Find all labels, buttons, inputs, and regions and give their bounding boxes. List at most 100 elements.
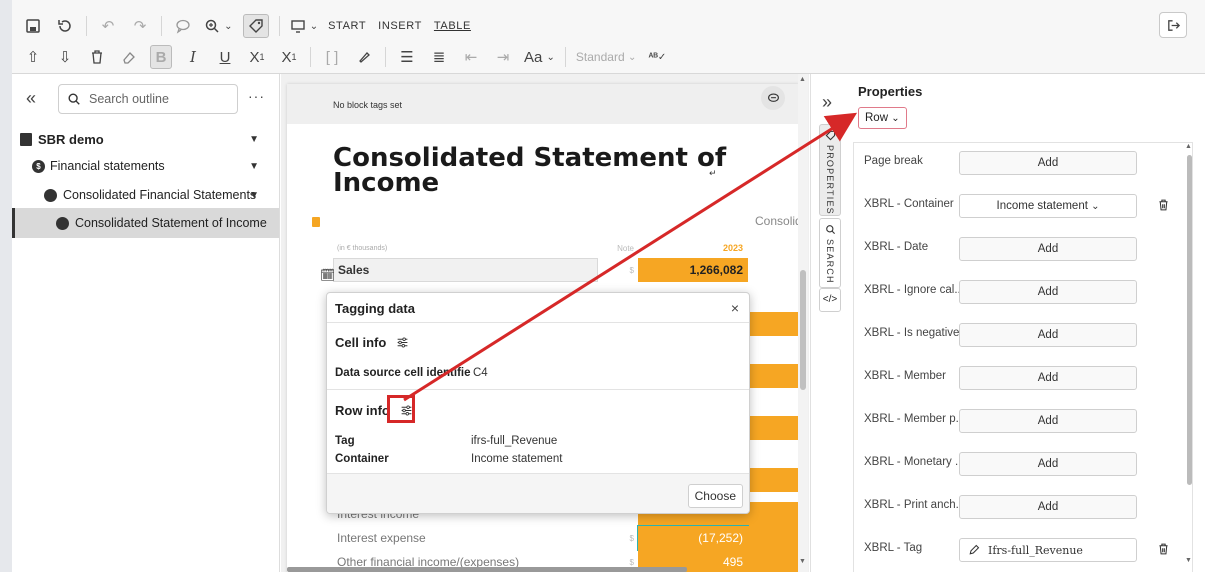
row-extra-cell[interactable]: [748, 416, 799, 440]
scroll-down-icon[interactable]: ▼: [799, 558, 806, 565]
row-label[interactable]: Sales: [333, 258, 598, 282]
add-button[interactable]: Add: [959, 409, 1137, 433]
move-up-icon[interactable]: ⇧: [22, 45, 44, 69]
scrollbar-thumb[interactable]: [1187, 155, 1192, 485]
row-value[interactable]: (17,252): [637, 525, 749, 551]
search-input[interactable]: [89, 92, 229, 106]
choose-button[interactable]: Choose: [687, 484, 743, 508]
trash-icon[interactable]: [1157, 198, 1170, 212]
row-extra-cell[interactable]: [748, 502, 799, 526]
chevron-down-icon[interactable]: ▼: [249, 190, 259, 201]
tree-item-sbr-demo[interactable]: SBR demo ▼: [12, 124, 279, 154]
tab-insert[interactable]: INSERT: [378, 20, 422, 32]
add-button[interactable]: Add: [959, 280, 1137, 304]
tab-properties[interactable]: PROPERTIES: [819, 124, 841, 216]
save-icon[interactable]: [22, 14, 44, 38]
horizontal-scrollbar[interactable]: [287, 567, 687, 572]
row-extra-cell[interactable]: [748, 312, 799, 336]
property-row: XBRL - Member p... Add: [854, 401, 1184, 444]
history-icon[interactable]: [54, 14, 76, 38]
tab-start[interactable]: START: [328, 20, 366, 32]
exit-button[interactable]: [1159, 12, 1187, 38]
delete-icon[interactable]: [86, 45, 108, 69]
row-extra-cell[interactable]: [748, 526, 799, 550]
spellcheck-icon[interactable]: ᴬᴮ✓: [646, 45, 668, 69]
bullet-list-icon[interactable]: ☰: [396, 45, 418, 69]
row-extra-cell[interactable]: [748, 364, 799, 388]
tab-search[interactable]: SEARCH: [819, 218, 841, 288]
undo-icon[interactable]: ↶: [97, 14, 119, 38]
row-extra-cell[interactable]: [748, 468, 799, 492]
redo-icon[interactable]: ↷: [129, 14, 151, 38]
chevron-down-icon: ⌄: [546, 51, 555, 63]
scroll-down-icon[interactable]: ▼: [1185, 557, 1192, 564]
tag-label: Tag: [335, 435, 355, 447]
move-down-icon[interactable]: ⇩: [54, 45, 76, 69]
zoom-dropdown[interactable]: ⌄: [204, 14, 233, 38]
underline-button[interactable]: U: [214, 45, 236, 69]
trash-icon[interactable]: [1157, 542, 1170, 556]
table-row[interactable]: Interest expense $ (17,252): [333, 525, 799, 551]
numbered-list-icon[interactable]: ≣: [428, 45, 450, 69]
outline-search[interactable]: [58, 84, 238, 114]
add-button[interactable]: Add: [959, 495, 1137, 519]
italic-button[interactable]: I: [182, 45, 204, 69]
scroll-up-icon[interactable]: ▲: [799, 76, 806, 83]
pencil-icon[interactable]: [968, 544, 980, 556]
document-scrollbar[interactable]: ▲ ▼: [798, 74, 808, 572]
toolbar: ↶ ↷ ⌄ ⌄ START INSERT TABLE ⇧ ⇩ B I U X1 …: [0, 0, 1205, 74]
tree-item-consolidated-statement-of-income[interactable]: Consolidated Statement of Income: [12, 208, 279, 238]
row-extra-cell[interactable]: [748, 550, 799, 572]
row-value[interactable]: 1,266,082: [638, 258, 748, 282]
row-label[interactable]: Interest expense: [333, 526, 598, 550]
brackets-icon[interactable]: [ ]: [321, 45, 343, 69]
table-row[interactable]: Sales $ 1,266,082: [333, 258, 799, 282]
comment-button[interactable]: [761, 86, 785, 110]
indent-icon[interactable]: ⇥: [492, 45, 514, 69]
tab-code[interactable]: </>: [819, 288, 841, 312]
tab-table[interactable]: TABLE: [434, 20, 471, 32]
view-dropdown[interactable]: ⌄: [290, 14, 318, 38]
subscript-button[interactable]: X1: [246, 45, 268, 69]
scope-dropdown[interactable]: Row ⌄: [858, 107, 907, 129]
chevron-down-icon[interactable]: ▼: [249, 161, 259, 172]
calendar-icon[interactable]: 🗓: [320, 268, 335, 282]
container-select[interactable]: Income statement ⌄: [959, 194, 1137, 218]
toolbar-divider: [278, 16, 280, 36]
style-select[interactable]: Standard ⌄: [576, 45, 636, 69]
code-icon: </>: [822, 294, 838, 305]
block-tag-bar[interactable]: No block tags set: [287, 84, 799, 124]
add-button[interactable]: Add: [959, 452, 1137, 476]
superscript-button[interactable]: X1: [278, 45, 300, 69]
property-label: XBRL - Ignore cal...: [864, 284, 964, 296]
page-title[interactable]: Consolidated Statement of Income: [333, 145, 733, 196]
add-button[interactable]: Add: [959, 366, 1137, 390]
tag-mode-button[interactable]: [242, 14, 269, 38]
tree-item-financial-statements[interactable]: $ Financial statements ▼: [12, 151, 279, 181]
toolbar-divider: [564, 47, 566, 67]
property-label: XBRL - Member p...: [864, 413, 966, 425]
tag-icon: [825, 130, 835, 141]
more-options-button[interactable]: ···: [248, 88, 265, 104]
sheet-icon[interactable]: [312, 217, 320, 227]
scroll-up-icon[interactable]: ▲: [1185, 143, 1192, 150]
chevron-down-icon[interactable]: ▼: [249, 134, 259, 145]
comment-add-icon[interactable]: [172, 14, 194, 38]
tree-item-consolidated-financial-statements[interactable]: Consolidated Financial Statements ▼: [12, 180, 279, 210]
tag-input[interactable]: Ifrs-full_Revenue: [959, 538, 1137, 562]
bold-button[interactable]: B: [150, 45, 172, 69]
properties-scrollbar[interactable]: ▲ ▼: [1185, 143, 1192, 572]
add-button[interactable]: Add: [959, 151, 1137, 175]
add-button[interactable]: Add: [959, 237, 1137, 261]
row-extra-cell[interactable]: [748, 258, 799, 282]
collapse-outline-button[interactable]: «: [26, 88, 36, 109]
highlight-icon[interactable]: [353, 45, 375, 69]
close-icon[interactable]: ×: [731, 300, 739, 316]
font-dropdown[interactable]: Aa ⌄: [524, 45, 555, 69]
eraser-icon[interactable]: [118, 45, 140, 69]
expand-panel-button[interactable]: »: [822, 92, 832, 113]
sliders-icon[interactable]: [396, 336, 409, 349]
outdent-icon[interactable]: ⇤: [460, 45, 482, 69]
scrollbar-thumb[interactable]: [800, 270, 806, 390]
add-button[interactable]: Add: [959, 323, 1137, 347]
